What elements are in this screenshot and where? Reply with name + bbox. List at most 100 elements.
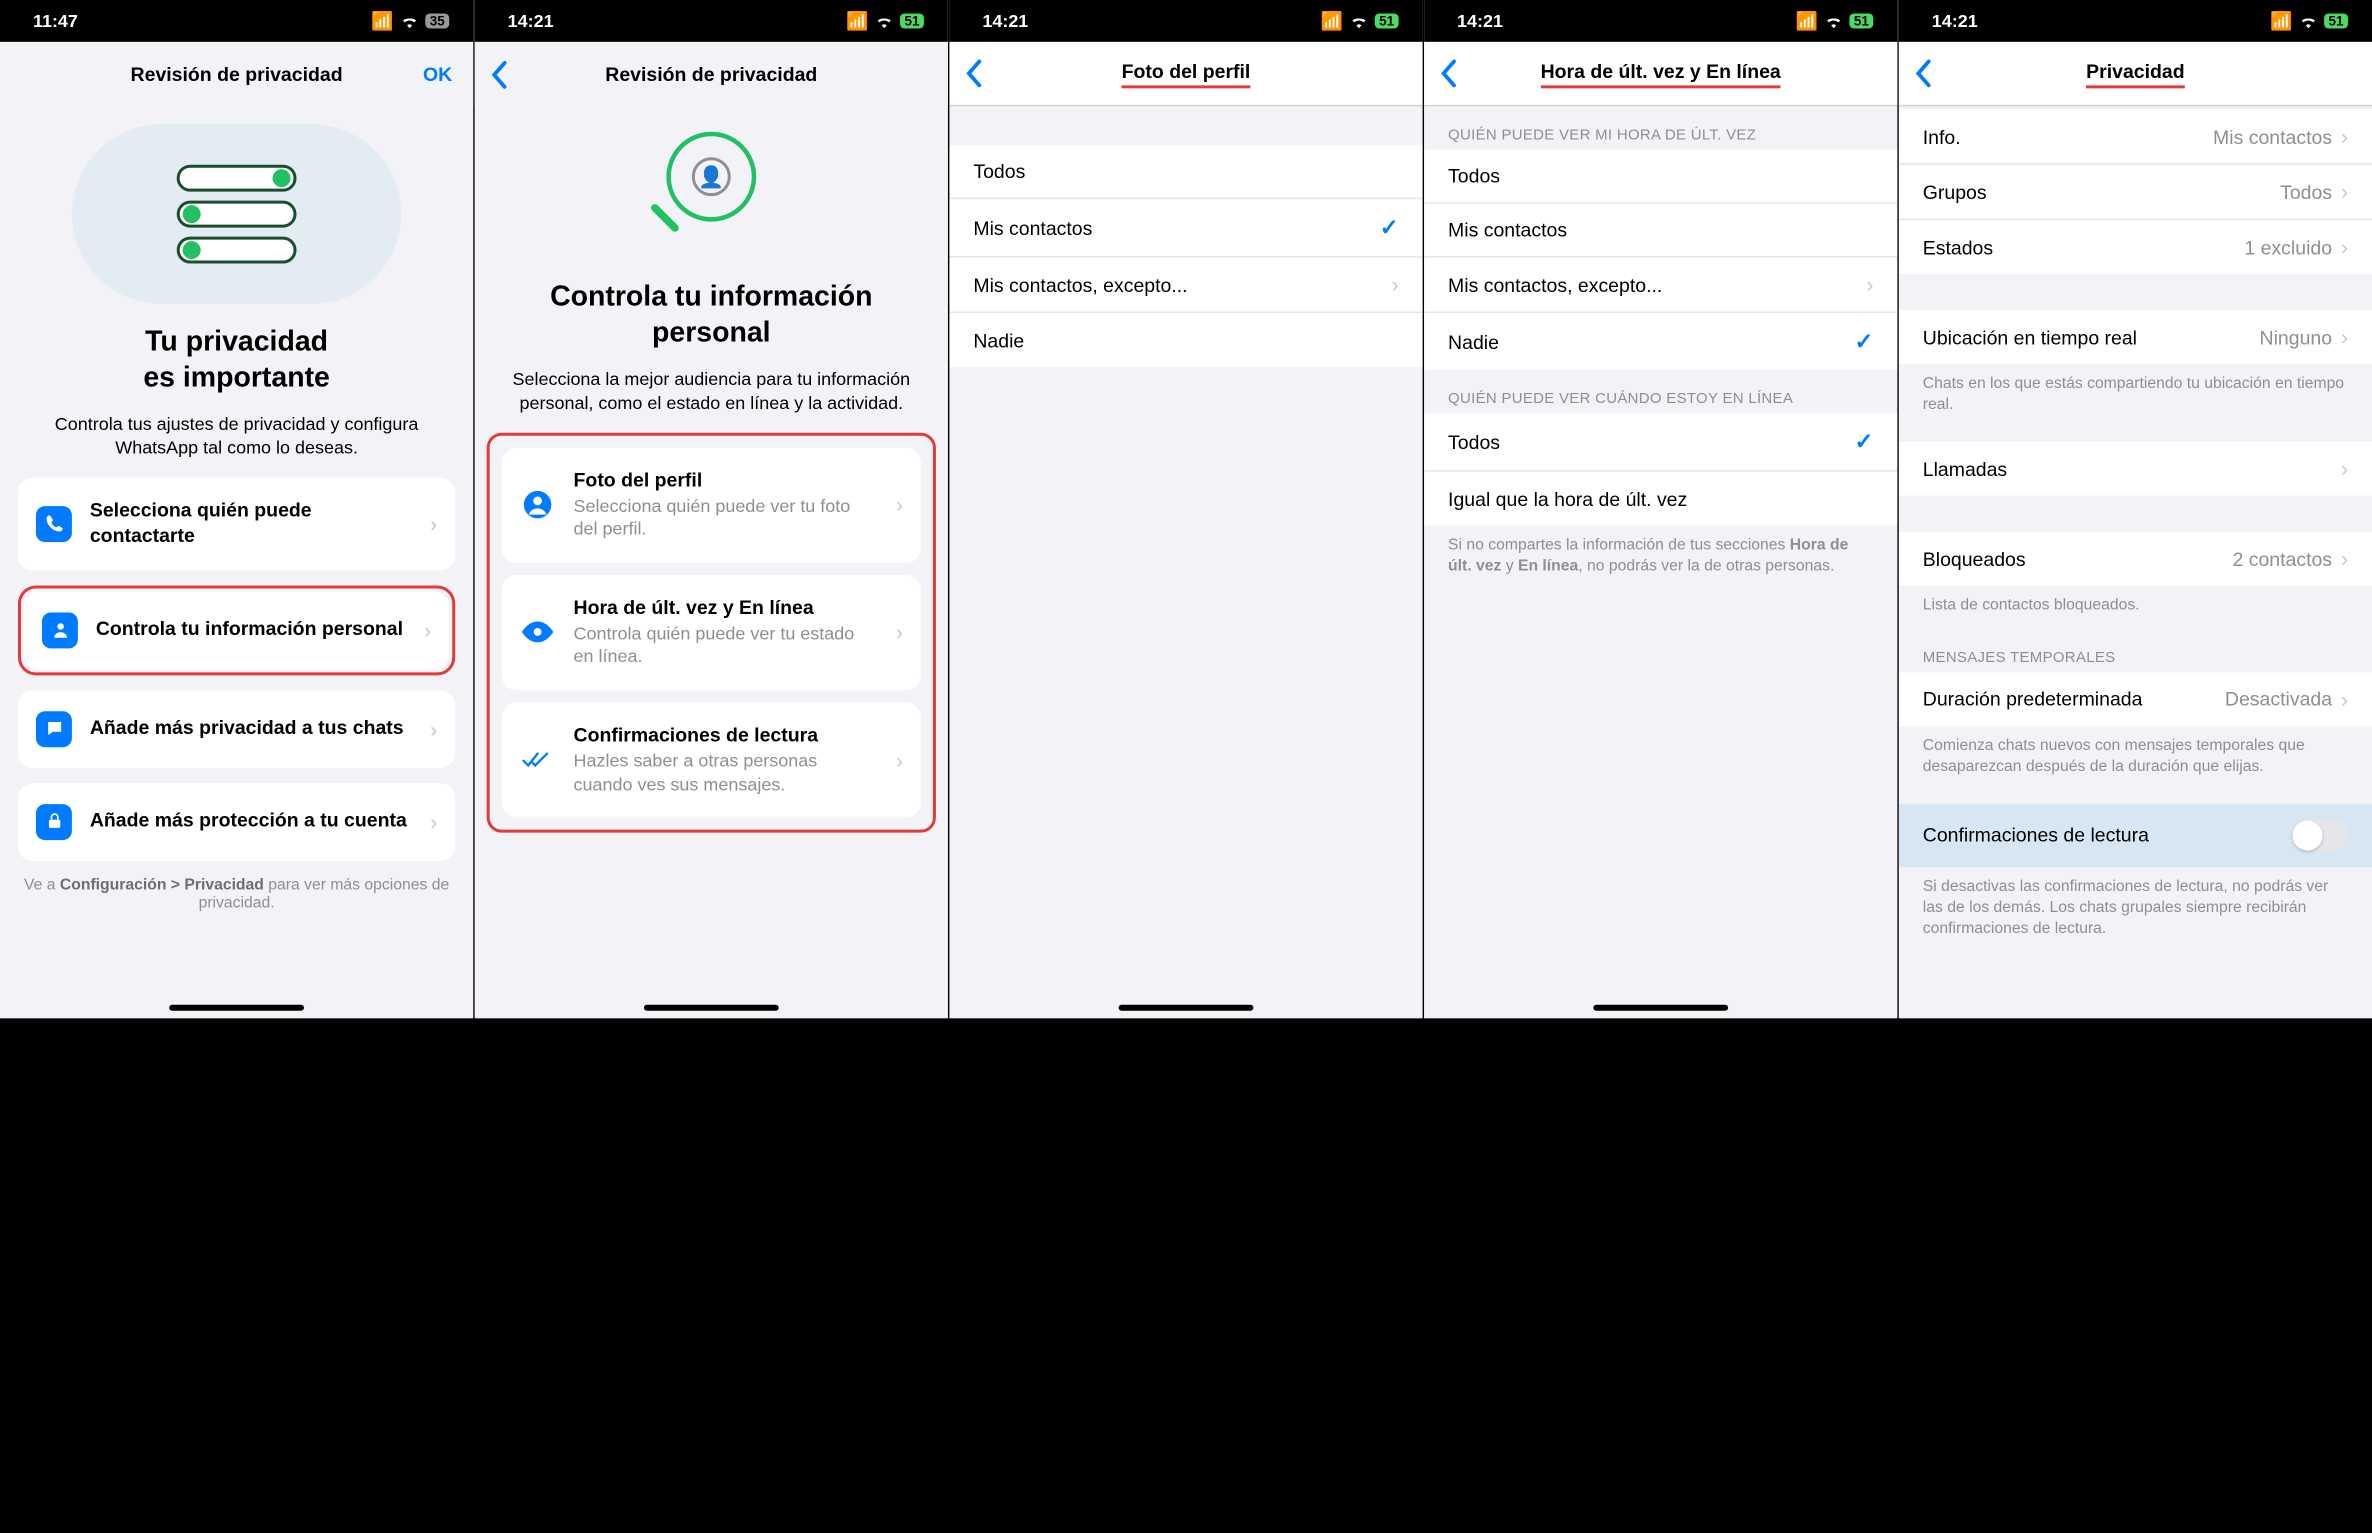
group-read-receipts: Confirmaciones de lectura xyxy=(1899,804,2372,867)
screen-control-personal-info: 14:21 📶 51 Revisión de privacidad 👤 Cont… xyxy=(475,0,948,1018)
check-icon: ✓ xyxy=(1855,328,1874,355)
status-icons: 📶 35 xyxy=(371,10,449,31)
row-calls[interactable]: Llamadas › xyxy=(1899,442,2372,496)
chevron-right-icon: › xyxy=(2341,547,2348,571)
highlight-box: Foto del perfil Selecciona quién puede v… xyxy=(487,433,936,833)
chevron-right-icon: › xyxy=(896,493,903,517)
chevron-right-icon: › xyxy=(2341,325,2348,349)
group-duration: Duración predeterminada Desactivada› xyxy=(1899,672,2372,726)
status-icons: 📶 51 xyxy=(1321,10,1399,31)
back-button[interactable] xyxy=(964,58,982,88)
hero-illustration xyxy=(0,106,473,316)
option-nobody[interactable]: Nadie xyxy=(949,313,1422,367)
chevron-right-icon: › xyxy=(430,717,437,741)
eye-icon xyxy=(520,615,556,651)
status-bar: 11:47 📶 35 xyxy=(0,0,473,42)
signal-icon: 📶 xyxy=(1796,10,1818,31)
chevron-right-icon: › xyxy=(1392,273,1399,297)
row-live-location[interactable]: Ubicación en tiempo real Ninguno› xyxy=(1899,310,2372,364)
card-read-receipts[interactable]: Confirmaciones de lectura Hazles saber a… xyxy=(502,702,921,817)
card-chat-privacy[interactable]: Añade más privacidad a tus chats › xyxy=(18,690,455,768)
nav-done-button[interactable]: OK xyxy=(423,63,452,85)
home-indicator xyxy=(1119,1005,1254,1011)
row-blocked[interactable]: Bloqueados 2 contactos› xyxy=(1899,532,2372,586)
chevron-right-icon: › xyxy=(896,748,903,772)
lock-icon xyxy=(36,804,72,840)
battery-icon: 51 xyxy=(1849,13,1873,28)
signal-icon: 📶 xyxy=(2270,10,2292,31)
wifi-icon xyxy=(1824,13,1843,28)
nav-bar: Hora de últ. vez y En línea xyxy=(1424,42,1897,106)
option-my-contacts[interactable]: Mis contactos xyxy=(1424,204,1897,258)
nav-title: Privacidad xyxy=(2086,59,2184,87)
chevron-right-icon: › xyxy=(430,810,437,834)
section-header-online: QUIÉN PUEDE VER CUÁNDO ESTOY EN LÍNEA xyxy=(1424,370,1897,413)
wifi-icon xyxy=(400,13,419,28)
read-receipts-footer: Si desactivas las confirmaciones de lect… xyxy=(1899,867,2372,949)
signal-icon: 📶 xyxy=(371,10,393,31)
nav-title: Hora de últ. vez y En línea xyxy=(1541,59,1781,87)
group-blocked: Bloqueados 2 contactos› xyxy=(1899,532,2372,586)
back-button[interactable] xyxy=(1914,58,1932,88)
chevron-right-icon: › xyxy=(2341,124,2348,148)
chevron-right-icon: › xyxy=(2341,457,2348,481)
row-read-receipts[interactable]: Confirmaciones de lectura xyxy=(1899,804,2372,867)
footer-note: Si no compartes la información de tus se… xyxy=(1424,526,1897,586)
option-online-same[interactable]: Igual que la hora de últ. vez xyxy=(1424,472,1897,526)
last-seen-options: Todos Mis contactos Mis contactos, excep… xyxy=(1424,150,1897,370)
card-account-protection[interactable]: Añade más protección a tu cuenta › xyxy=(18,783,455,861)
section-header-temporary: MENSAJES TEMPORALES xyxy=(1899,625,2372,671)
status-bar: 14:21 📶 51 xyxy=(475,0,948,42)
status-bar: 14:21 📶 51 xyxy=(1899,0,2372,42)
back-button[interactable] xyxy=(490,59,508,89)
hero-title: Controla tu información personal xyxy=(475,271,948,360)
option-contacts-except[interactable]: Mis contactos, excepto... › xyxy=(1424,258,1897,313)
check-icon: ✓ xyxy=(1855,428,1874,455)
nav-title: Revisión de privacidad xyxy=(605,63,817,85)
option-my-contacts[interactable]: Mis contactos ✓ xyxy=(949,199,1422,257)
group-location: Ubicación en tiempo real Ninguno› xyxy=(1899,310,2372,364)
status-bar: 14:21 📶 51 xyxy=(949,0,1422,42)
battery-icon: 51 xyxy=(1375,13,1399,28)
row-status[interactable]: Estados 1 excluido› xyxy=(1899,220,2372,274)
chat-icon xyxy=(36,711,72,747)
hero-subtitle: Selecciona la mejor audiencia para tu in… xyxy=(475,360,948,432)
back-button[interactable] xyxy=(1439,58,1457,88)
battery-icon: 35 xyxy=(425,13,449,28)
row-default-duration[interactable]: Duración predeterminada Desactivada› xyxy=(1899,672,2372,726)
wifi-icon xyxy=(1349,13,1368,28)
screen-privacy-review-intro: 11:47 📶 35 Revisión de privacidad OK Tu … xyxy=(0,0,473,1018)
card-profile-photo[interactable]: Foto del perfil Selecciona quién puede v… xyxy=(502,448,921,563)
nav-bar: Foto del perfil xyxy=(949,42,1422,106)
online-options: Todos ✓ Igual que la hora de últ. vez xyxy=(1424,413,1897,525)
wifi-icon xyxy=(2299,13,2318,28)
chevron-right-icon: › xyxy=(1866,273,1873,297)
option-online-everyone[interactable]: Todos ✓ xyxy=(1424,413,1897,471)
chevron-right-icon: › xyxy=(424,618,431,642)
duration-footer: Comienza chats nuevos con mensajes tempo… xyxy=(1899,726,2372,786)
highlight-box: Controla tu información personal › xyxy=(18,585,455,675)
option-contacts-except[interactable]: Mis contactos, excepto... › xyxy=(949,258,1422,313)
row-groups[interactable]: Grupos Todos› xyxy=(1899,165,2372,220)
read-receipts-toggle[interactable] xyxy=(2291,819,2348,852)
row-info[interactable]: Info. Mis contactos› xyxy=(1899,109,2372,164)
option-everyone[interactable]: Todos xyxy=(1424,150,1897,204)
hero-illustration: 👤 xyxy=(475,106,948,271)
chevron-right-icon: › xyxy=(2341,235,2348,259)
check-icon: ✓ xyxy=(1380,214,1399,241)
option-everyone[interactable]: Todos xyxy=(949,145,1422,199)
location-footer: Chats en los que estás compartiendo tu u… xyxy=(1899,364,2372,424)
hero-title: Tu privacidad es importante xyxy=(0,316,473,405)
signal-icon: 📶 xyxy=(1321,10,1343,31)
group-visibility: Info. Mis contactos› Grupos Todos› Estad… xyxy=(1899,109,2372,274)
status-time: 14:21 xyxy=(508,10,554,31)
section-header-last-seen: QUIÉN PUEDE VER MI HORA DE ÚLT. VEZ xyxy=(1424,106,1897,149)
card-contact-you[interactable]: Selecciona quién puede contactarte › xyxy=(18,478,455,571)
nav-bar: Privacidad xyxy=(1899,42,2372,106)
card-last-seen[interactable]: Hora de últ. vez y En línea Controla qui… xyxy=(502,575,921,690)
hero-subtitle: Controla tus ajustes de privacidad y con… xyxy=(0,405,473,477)
card-personal-info[interactable]: Controla tu información personal › xyxy=(24,591,449,669)
nav-title: Foto del perfil xyxy=(1122,59,1251,87)
option-nobody[interactable]: Nadie ✓ xyxy=(1424,313,1897,370)
visibility-options: Todos Mis contactos ✓ Mis contactos, exc… xyxy=(949,145,1422,367)
